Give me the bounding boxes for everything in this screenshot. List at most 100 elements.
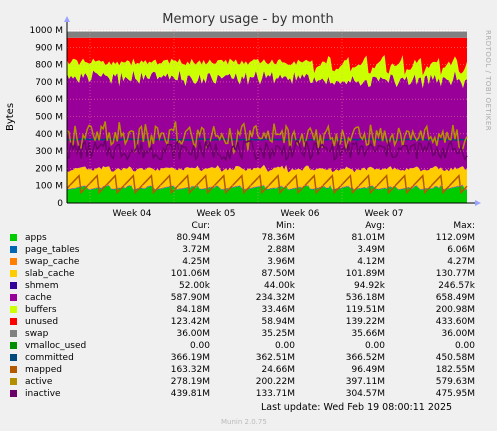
x-tick-1: Week 05 bbox=[197, 209, 236, 219]
munin-version: Munin 2.0.75 bbox=[221, 418, 267, 426]
legend-series-name: swap bbox=[25, 329, 49, 339]
legend-swatch bbox=[10, 306, 17, 313]
y-tick-1: 100 M bbox=[35, 182, 63, 192]
legend-row: apps 80.94M 78.36M 81.01M 112.09M bbox=[10, 232, 475, 244]
legend-swatch bbox=[10, 330, 17, 337]
legend-min: 0.00 bbox=[274, 341, 295, 351]
x-tick-2: Week 06 bbox=[281, 209, 320, 219]
legend-row: vmalloc_used 0.00 0.00 0.00 0.00 bbox=[10, 340, 475, 352]
legend-avg: 96.49M bbox=[351, 365, 385, 375]
legend-min: 133.71M bbox=[255, 389, 295, 399]
legend-series-name: slab_cache bbox=[25, 269, 75, 279]
legend-name-cell: slab_cache bbox=[10, 268, 130, 280]
legend-swatch bbox=[10, 294, 17, 301]
legend-min: 78.36M bbox=[261, 233, 295, 243]
x-tick-3: Week 07 bbox=[365, 209, 404, 219]
y-axis-arrow bbox=[64, 16, 70, 22]
y-tick-0: 0 bbox=[57, 199, 63, 209]
legend-avg: 3.49M bbox=[357, 245, 385, 255]
legend-avg: 0.00 bbox=[364, 341, 385, 351]
legend-max: 4.27M bbox=[447, 257, 475, 267]
legend-row: shmem 52.00k 44.00k 94.92k 246.57k bbox=[10, 280, 475, 292]
legend-name-cell: active bbox=[10, 376, 130, 388]
rrdtool-label: RRDTOOL / TOBI OETIKER bbox=[484, 30, 492, 131]
legend-row: page_tables 3.72M 2.88M 3.49M 6.06M bbox=[10, 244, 475, 256]
legend-avg: 119.51M bbox=[345, 305, 385, 315]
legend-avg: 397.11M bbox=[345, 377, 385, 387]
legend-series-name: vmalloc_used bbox=[25, 341, 87, 351]
legend-swatch bbox=[10, 246, 17, 253]
legend-max: 450.58M bbox=[435, 353, 475, 363]
legend-cur: 3.72M bbox=[182, 245, 210, 255]
legend-min: 3.96M bbox=[267, 257, 295, 267]
y-axis-label: Bytes bbox=[5, 103, 16, 131]
stacked-areas bbox=[67, 31, 467, 203]
legend-name-cell: swap bbox=[10, 328, 130, 340]
legend-row: cache 587.90M 234.32M 536.18M 658.49M bbox=[10, 292, 475, 304]
area-swap bbox=[67, 31, 467, 38]
legend-cur: 84.18M bbox=[176, 305, 210, 315]
legend-row: unused 123.42M 58.94M 139.22M 433.60M bbox=[10, 316, 475, 328]
legend-name-cell: shmem bbox=[10, 280, 130, 292]
legend-swatch bbox=[10, 270, 17, 277]
legend-min: 33.46M bbox=[261, 305, 295, 315]
legend-cur: 52.00k bbox=[179, 281, 210, 291]
y-tick-labels: 0 100 M 200 M 300 M 400 M 500 M 600 M 700 M 800 … bbox=[29, 26, 63, 209]
legend-cur: 163.32M bbox=[170, 365, 210, 375]
legend-series-name: committed bbox=[25, 353, 74, 363]
legend-swatch bbox=[10, 390, 17, 397]
legend-name-cell: apps bbox=[10, 232, 130, 244]
legend-max: 36.00M bbox=[441, 329, 475, 339]
legend-swatch bbox=[10, 366, 17, 373]
legend-name-cell: vmalloc_used bbox=[10, 340, 130, 352]
legend-avg: 139.22M bbox=[345, 317, 385, 327]
last-update: Last update: Wed Feb 19 08:00:11 2025 bbox=[261, 402, 453, 413]
legend-avg: 101.89M bbox=[345, 269, 385, 279]
legend-series-name: buffers bbox=[25, 305, 57, 315]
legend-series-name: swap_cache bbox=[25, 257, 80, 267]
legend-max: 6.06M bbox=[447, 245, 475, 255]
x-axis-arrow bbox=[475, 200, 481, 206]
y-tick-4: 400 M bbox=[35, 130, 63, 140]
legend-row: swap 36.00M 35.25M 35.66M 36.00M bbox=[10, 328, 475, 340]
legend-name-cell: page_tables bbox=[10, 244, 130, 256]
legend-swatch bbox=[10, 318, 17, 325]
legend-series-name: unused bbox=[25, 317, 59, 327]
legend-max: 0.00 bbox=[454, 341, 475, 351]
legend-cur: 123.42M bbox=[170, 317, 210, 327]
legend-row: slab_cache 101.06M 87.50M 101.89M 130.77M bbox=[10, 268, 475, 280]
legend-max: 130.77M bbox=[435, 269, 475, 279]
legend-cur: 36.00M bbox=[176, 329, 210, 339]
legend-table: Cur: Min: Avg: Max: apps 80.94M 78.36M 81.0… bbox=[10, 220, 475, 400]
legend-row: buffers 84.18M 33.46M 119.51M 200.98M bbox=[10, 304, 475, 316]
legend-cur: 278.19M bbox=[170, 377, 210, 387]
legend-header: Cur: Min: Avg: Max: bbox=[10, 220, 475, 232]
y-tick-5: 500 M bbox=[35, 113, 63, 123]
legend-swatch bbox=[10, 258, 17, 265]
legend-swatch bbox=[10, 234, 17, 241]
legend-avg: 81.01M bbox=[351, 233, 385, 243]
legend-max: 112.09M bbox=[435, 233, 475, 243]
legend-max: 658.49M bbox=[435, 293, 475, 303]
legend-name-cell: buffers bbox=[10, 304, 130, 316]
legend-row: committed 366.19M 362.51M 366.52M 450.58M bbox=[10, 352, 475, 364]
legend-row: mapped 163.32M 24.66M 96.49M 182.55M bbox=[10, 364, 475, 376]
legend-series-name: cache bbox=[25, 293, 52, 303]
legend-name-cell: swap_cache bbox=[10, 256, 130, 268]
header-min: Min: bbox=[275, 221, 295, 231]
legend-max: 433.60M bbox=[435, 317, 475, 327]
y-tick-3: 300 M bbox=[35, 147, 63, 157]
y-tick-9: 900 M bbox=[35, 43, 63, 53]
legend-series-name: active bbox=[25, 377, 53, 387]
legend-avg: 536.18M bbox=[345, 293, 385, 303]
legend-min: 24.66M bbox=[261, 365, 295, 375]
legend-name-cell: unused bbox=[10, 316, 130, 328]
legend-series-name: apps bbox=[25, 233, 47, 243]
y-tick-6: 600 M bbox=[35, 95, 63, 105]
legend-avg: 94.92k bbox=[354, 281, 385, 291]
legend-max: 246.57k bbox=[438, 281, 475, 291]
legend-min: 200.22M bbox=[255, 377, 295, 387]
legend-avg: 304.57M bbox=[345, 389, 385, 399]
legend-cur: 4.25M bbox=[182, 257, 210, 267]
legend-row: active 278.19M 200.22M 397.11M 579.63M bbox=[10, 376, 475, 388]
